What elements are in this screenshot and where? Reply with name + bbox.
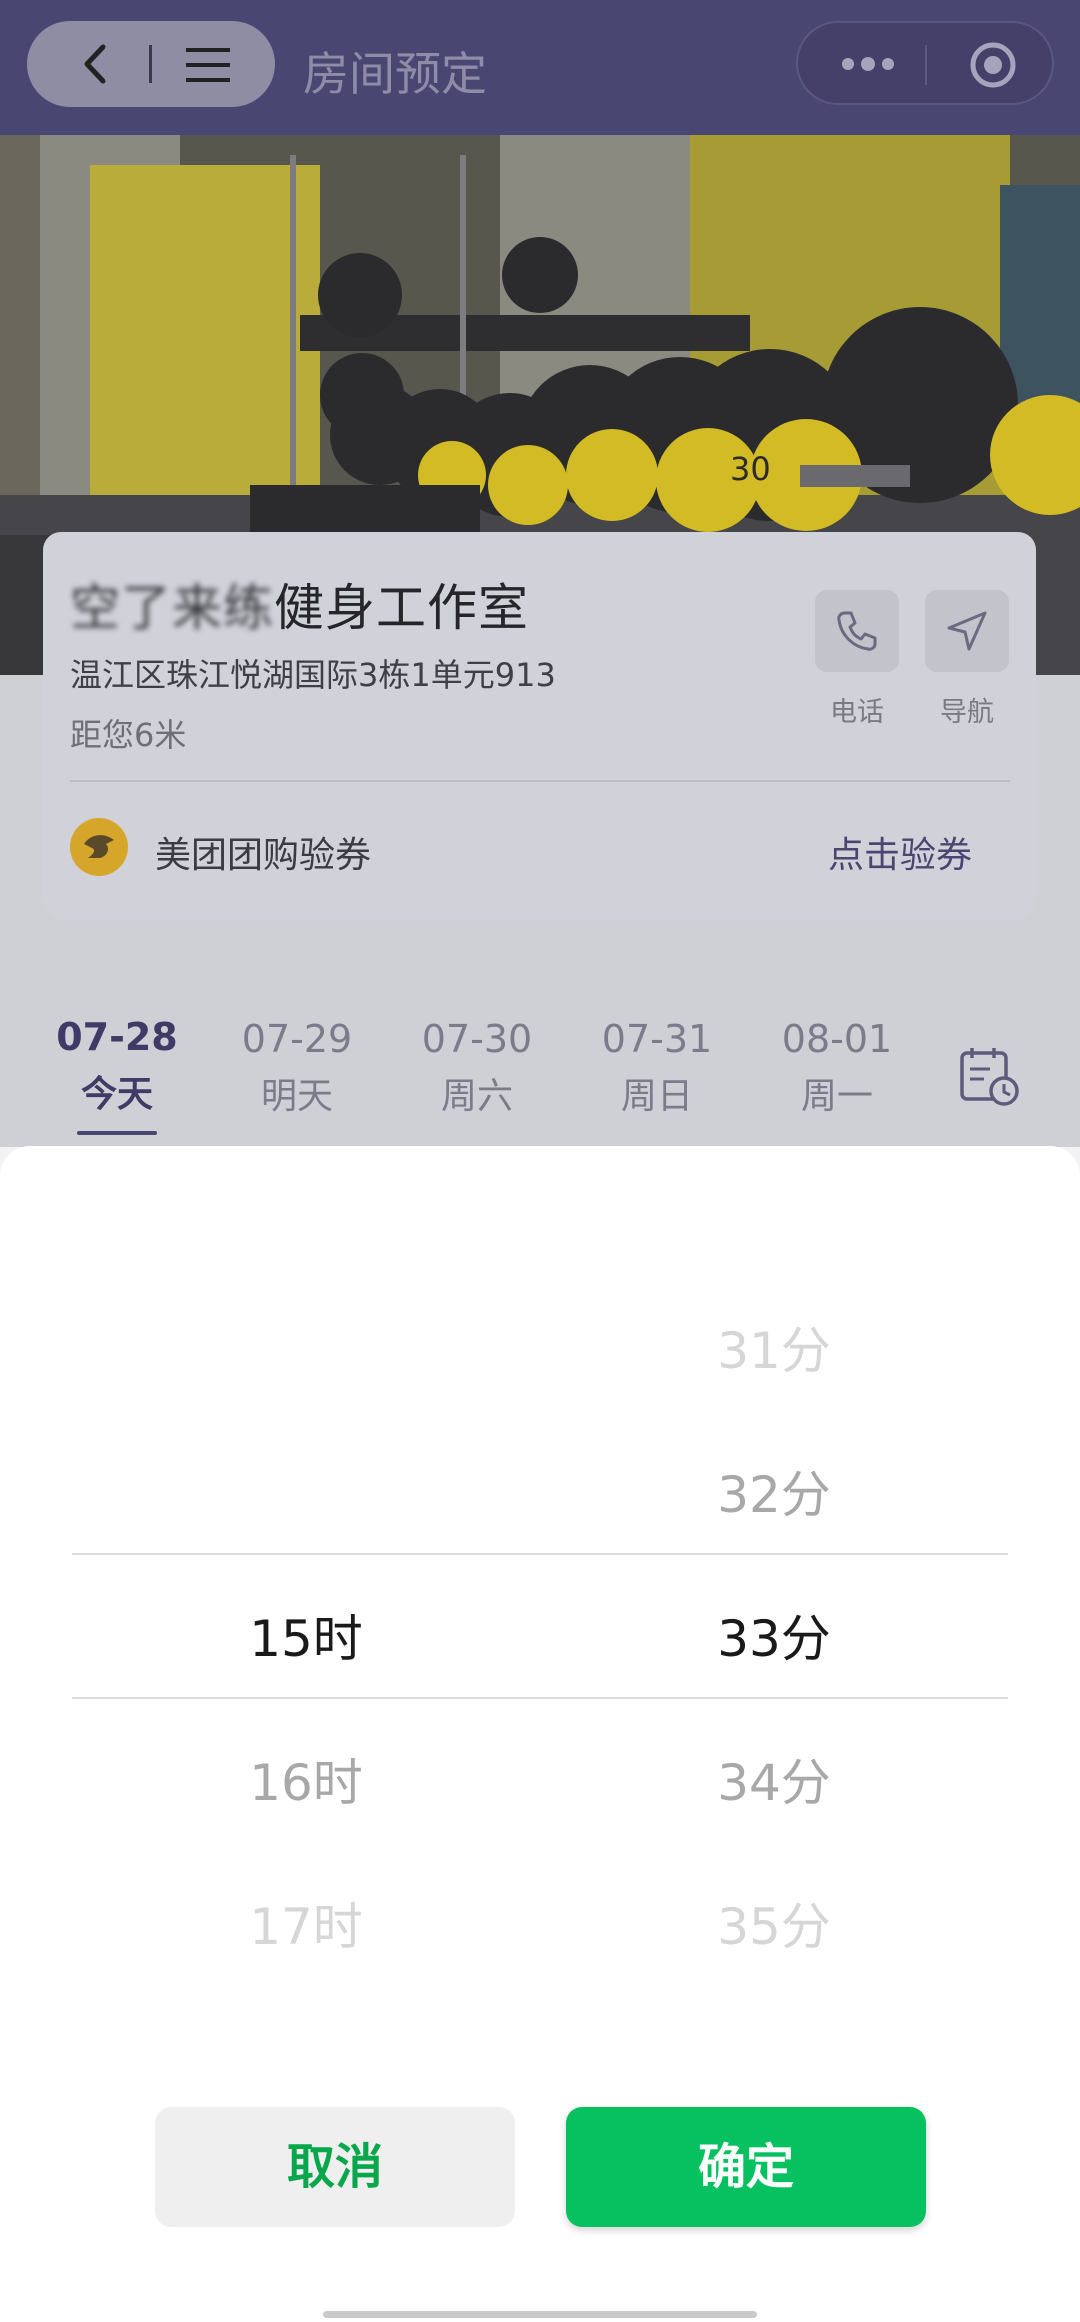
verify-coupon-link[interactable]: 点击验券: [828, 826, 972, 878]
meituan-logo-icon: [70, 818, 128, 876]
nav-capsule-right: [796, 21, 1054, 105]
navigation-button[interactable]: [925, 590, 1009, 672]
date-tab-date: 07-31: [601, 1017, 713, 1061]
capsule-divider: [925, 45, 927, 85]
more-icon[interactable]: [840, 55, 896, 77]
navigation-icon: [945, 609, 989, 657]
date-tab-day: 周一: [800, 1076, 873, 1117]
date-tab-date: 07-28: [56, 1015, 178, 1059]
picker-selection-line-top: [72, 1553, 1008, 1555]
date-tab-date: 07-29: [241, 1017, 353, 1061]
store-address: 温江区珠江悦湖国际3栋1单元913: [70, 656, 556, 694]
store-name-clear: 健身工作室: [274, 579, 529, 637]
date-tab-3[interactable]: 07-31 周日: [577, 1017, 737, 1119]
hour-option[interactable]: 16时: [156, 1743, 456, 1815]
date-tab-0[interactable]: 07-28 今天: [37, 1015, 197, 1117]
store-name-blurred: 空了来练: [70, 579, 274, 637]
date-tab-2[interactable]: 07-30 周六: [397, 1017, 557, 1119]
active-date-indicator: [77, 1131, 157, 1135]
picker-selection-line-bottom: [72, 1697, 1008, 1699]
confirm-button[interactable]: 确定: [566, 2107, 926, 2227]
store-name: 空了来练健身工作室: [70, 568, 529, 640]
date-tab-day: 明天: [260, 1076, 333, 1117]
phone-icon: [835, 609, 879, 657]
card-divider: [70, 780, 1010, 782]
phone-label: 电话: [830, 697, 884, 728]
svg-text:30: 30: [730, 450, 771, 488]
capsule-divider: [149, 45, 152, 83]
date-tab-1[interactable]: 07-29 明天: [217, 1017, 377, 1119]
coupon-label: 美团团购验券: [155, 835, 372, 876]
navigation-label: 导航: [940, 697, 994, 728]
minute-option[interactable]: 34分: [624, 1743, 924, 1815]
phone-button[interactable]: [815, 590, 899, 672]
date-tab-day: 今天: [80, 1074, 153, 1115]
store-distance: 距您6米: [70, 716, 187, 754]
minute-option[interactable]: 31分: [624, 1311, 924, 1383]
menu-icon[interactable]: [184, 46, 232, 88]
back-icon[interactable]: [79, 43, 115, 89]
nav-capsule-left: [27, 21, 275, 107]
calendar-clock-icon[interactable]: [958, 1045, 1022, 1113]
hour-option[interactable]: 17时: [156, 1887, 456, 1959]
close-miniprogram-icon[interactable]: [969, 41, 1017, 93]
date-tab-day: 周六: [440, 1076, 513, 1117]
minute-option-selected[interactable]: 33分: [624, 1599, 924, 1671]
home-indicator: [323, 2311, 757, 2318]
date-tab-date: 07-30: [421, 1017, 533, 1061]
minute-option[interactable]: 32分: [624, 1455, 924, 1527]
date-tab-4[interactable]: 08-01 周一: [757, 1017, 917, 1119]
hour-option-selected[interactable]: 15时: [156, 1599, 456, 1671]
date-tab-day: 周日: [620, 1076, 693, 1117]
cancel-button[interactable]: 取消: [155, 2107, 515, 2227]
date-tab-date: 08-01: [781, 1017, 893, 1061]
minute-option[interactable]: 35分: [624, 1887, 924, 1959]
page-title: 房间预定: [303, 47, 487, 101]
